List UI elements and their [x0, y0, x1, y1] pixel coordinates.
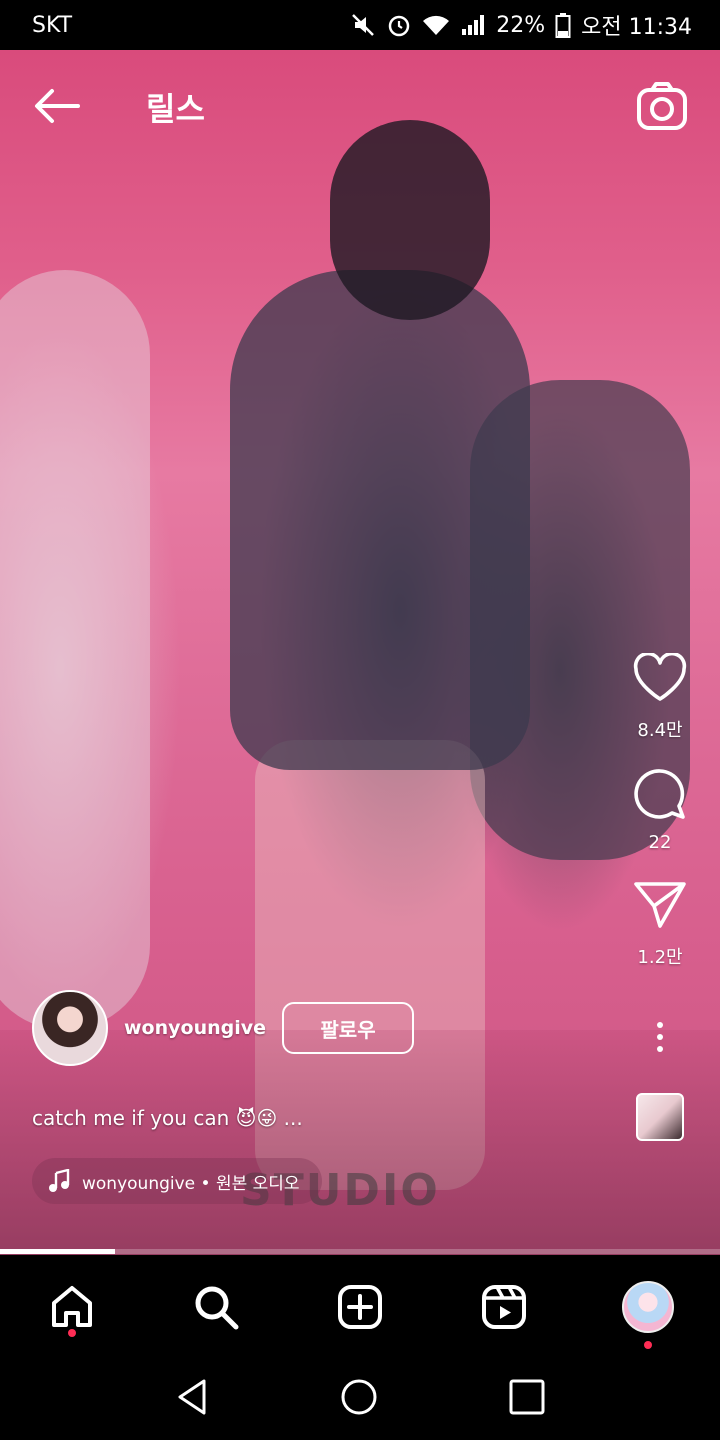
- carrier-label: SKT: [32, 12, 73, 38]
- dot-icon: [657, 1022, 663, 1028]
- action-rail: 8.4만 22 1.2만: [628, 650, 692, 1141]
- system-back-button[interactable]: [174, 1377, 210, 1421]
- add-icon: [338, 1285, 382, 1329]
- system-nav: [0, 1358, 720, 1440]
- reel-header: 릴스: [0, 50, 720, 160]
- nav-reels[interactable]: [468, 1271, 540, 1343]
- video-figure-left: [0, 270, 150, 1030]
- audio-label: wonyoungive • 원본 오디오: [82, 1173, 300, 1194]
- arrow-left-icon: [35, 89, 80, 123]
- share-button[interactable]: [630, 877, 690, 933]
- nav-home[interactable]: [36, 1271, 108, 1343]
- like-button[interactable]: [630, 650, 690, 706]
- back-icon: [178, 1379, 206, 1415]
- dot-icon: [657, 1046, 663, 1052]
- profile-avatar: [622, 1281, 674, 1333]
- clock: 오전 11:34: [581, 15, 692, 40]
- comment-count: 22: [648, 832, 672, 853]
- comment-icon: [634, 769, 685, 819]
- caption[interactable]: catch me if you can 😈😜 ...: [32, 1106, 303, 1130]
- back-button[interactable]: [28, 82, 84, 130]
- nav-create[interactable]: [324, 1271, 396, 1343]
- video-progress[interactable]: [0, 1249, 720, 1254]
- battery-percent: 22%: [496, 12, 546, 38]
- home-circle-icon: [341, 1379, 377, 1415]
- camera-icon: [637, 82, 687, 130]
- author-avatar[interactable]: [32, 990, 108, 1066]
- video-figure-center: [230, 270, 530, 770]
- reel-video[interactable]: STUDIO: [0, 50, 720, 1255]
- camera-button[interactable]: [636, 80, 688, 132]
- system-home-button[interactable]: [339, 1377, 379, 1421]
- recents-icon: [509, 1379, 545, 1415]
- audio-thumbnail[interactable]: [636, 1093, 684, 1141]
- signal-icon: [462, 15, 485, 35]
- status-bar: SKT 22% 오전 11:34: [0, 0, 720, 50]
- comment-button[interactable]: [630, 766, 690, 822]
- notification-dot: [644, 1341, 652, 1349]
- status-icons: 22% 오전 11:34: [350, 9, 692, 41]
- wifi-icon: [423, 15, 450, 35]
- nav-profile[interactable]: [612, 1271, 684, 1349]
- battery-icon: [555, 13, 571, 38]
- like-count: 8.4만: [637, 720, 683, 741]
- share-count: 1.2만: [637, 947, 683, 968]
- video-progress-fill: [0, 1249, 116, 1254]
- heart-icon: [633, 653, 687, 701]
- more-options-button[interactable]: [640, 1009, 680, 1065]
- music-note-icon: [49, 1169, 70, 1192]
- audio-pill[interactable]: wonyoungive • 원본 오디오: [32, 1158, 322, 1204]
- home-icon: [52, 1286, 92, 1327]
- search-icon: [195, 1286, 239, 1330]
- nav-search[interactable]: [180, 1271, 252, 1343]
- alarm-icon: [388, 15, 410, 37]
- follow-button[interactable]: 팔로우: [282, 1002, 415, 1054]
- author-row: wonyoungive 팔로우: [32, 990, 415, 1066]
- system-recents-button[interactable]: [508, 1378, 546, 1420]
- notification-dot: [68, 1329, 76, 1337]
- dot-icon: [657, 1034, 663, 1040]
- bottom-nav: [0, 1256, 720, 1358]
- mute-icon: [352, 14, 375, 36]
- send-icon: [634, 882, 686, 928]
- author-username[interactable]: wonyoungive: [124, 1017, 266, 1039]
- reels-icon: [482, 1285, 526, 1329]
- page-title: 릴스: [146, 90, 205, 128]
